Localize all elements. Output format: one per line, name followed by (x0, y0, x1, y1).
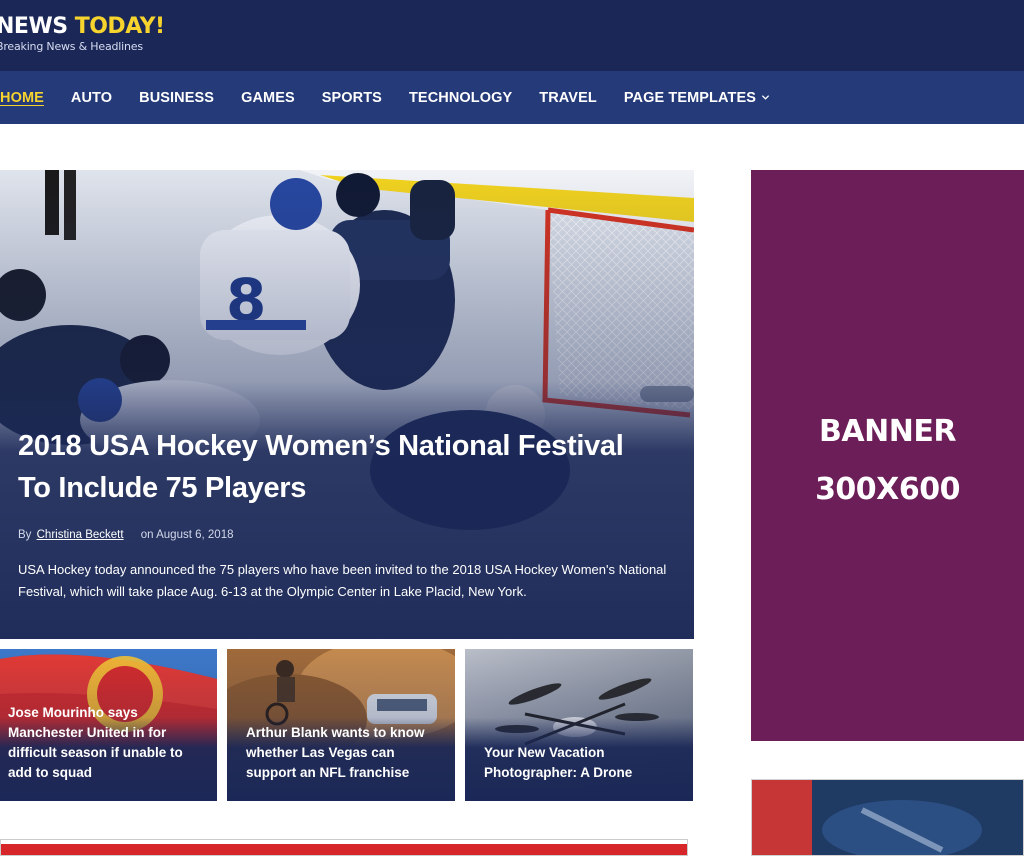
sidebar-photo-icon (752, 780, 1023, 855)
publish-date: on August 6, 2018 (140, 529, 234, 541)
banner-text: BANNER 300X600 (751, 403, 1024, 519)
article-card-1[interactable]: Jose Mourinho says Manchester United in … (0, 649, 217, 801)
nav-item-travel[interactable]: TRAVEL (539, 90, 597, 106)
featured-article-title-line-1: 2018 USA Hockey Women’s National Festiva… (18, 430, 624, 462)
site-logo[interactable]: NEWS TODAY! Breaking News & Headlines (0, 14, 165, 54)
nav-item-page-templates-label: PAGE TEMPLATES (623, 89, 756, 106)
featured-article-meta: By Christina Beckett on August 6, 2018 (18, 529, 678, 541)
nav-item-home[interactable]: HOME (0, 90, 44, 106)
site-tagline: Breaking News & Headlines (0, 40, 143, 53)
article-row-below[interactable] (0, 839, 688, 856)
featured-article-content: 2018 USA Hockey Women’s National Festiva… (18, 425, 678, 603)
nav-item-page-templates[interactable]: PAGE TEMPLATES (624, 90, 770, 106)
nav-item-auto[interactable]: AUTO (71, 90, 112, 106)
chevron-down-icon (761, 95, 770, 100)
article-photo-icon (1, 840, 687, 855)
logo-text: NEWS TODAY! (0, 14, 165, 40)
article-card-3-title: Your New Vacation Photographer: A Drone (484, 745, 633, 780)
author-link[interactable]: Christina Beckett (37, 529, 124, 541)
banner-text-line-1: BANNER (819, 414, 956, 449)
sidebar-banner-ad[interactable]: BANNER 300X600 (751, 170, 1024, 741)
article-card-2[interactable]: Arthur Blank wants to know whether Las V… (227, 649, 455, 801)
article-card-3[interactable]: Your New Vacation Photographer: A Drone (465, 649, 693, 801)
nav-menu: HOME AUTO BUSINESS GAMES SPORTS TECHNOLO… (0, 71, 797, 124)
nav-item-games[interactable]: GAMES (241, 90, 295, 106)
nav-item-sports[interactable]: SPORTS (322, 90, 382, 106)
sidebar-article-thumbnail[interactable] (751, 779, 1024, 856)
site-header: NEWS TODAY! Breaking News & Headlines (0, 0, 1024, 71)
main-navigation: HOME AUTO BUSINESS GAMES SPORTS TECHNOLO… (0, 71, 1024, 124)
nav-item-business[interactable]: BUSINESS (139, 90, 214, 106)
featured-article-title-line-2: To Include 75 Players (18, 472, 307, 504)
article-card-1-title: Jose Mourinho says Manchester United in … (8, 705, 183, 780)
featured-article-title[interactable]: 2018 USA Hockey Women’s National Festiva… (18, 425, 678, 509)
article-card-2-title: Arthur Blank wants to know whether Las V… (246, 725, 425, 780)
nav-item-technology[interactable]: TECHNOLOGY (409, 90, 512, 106)
banner-text-line-2: 300X600 (815, 472, 960, 507)
featured-article[interactable]: 8 2018 USA Hockey Women’s National Festi… (0, 170, 694, 639)
featured-article-excerpt: USA Hockey today announced the 75 player… (18, 562, 667, 599)
byline-prefix: By (18, 529, 32, 541)
logo-text-news: NEWS (0, 14, 75, 39)
logo-text-today: TODAY! (74, 14, 165, 39)
